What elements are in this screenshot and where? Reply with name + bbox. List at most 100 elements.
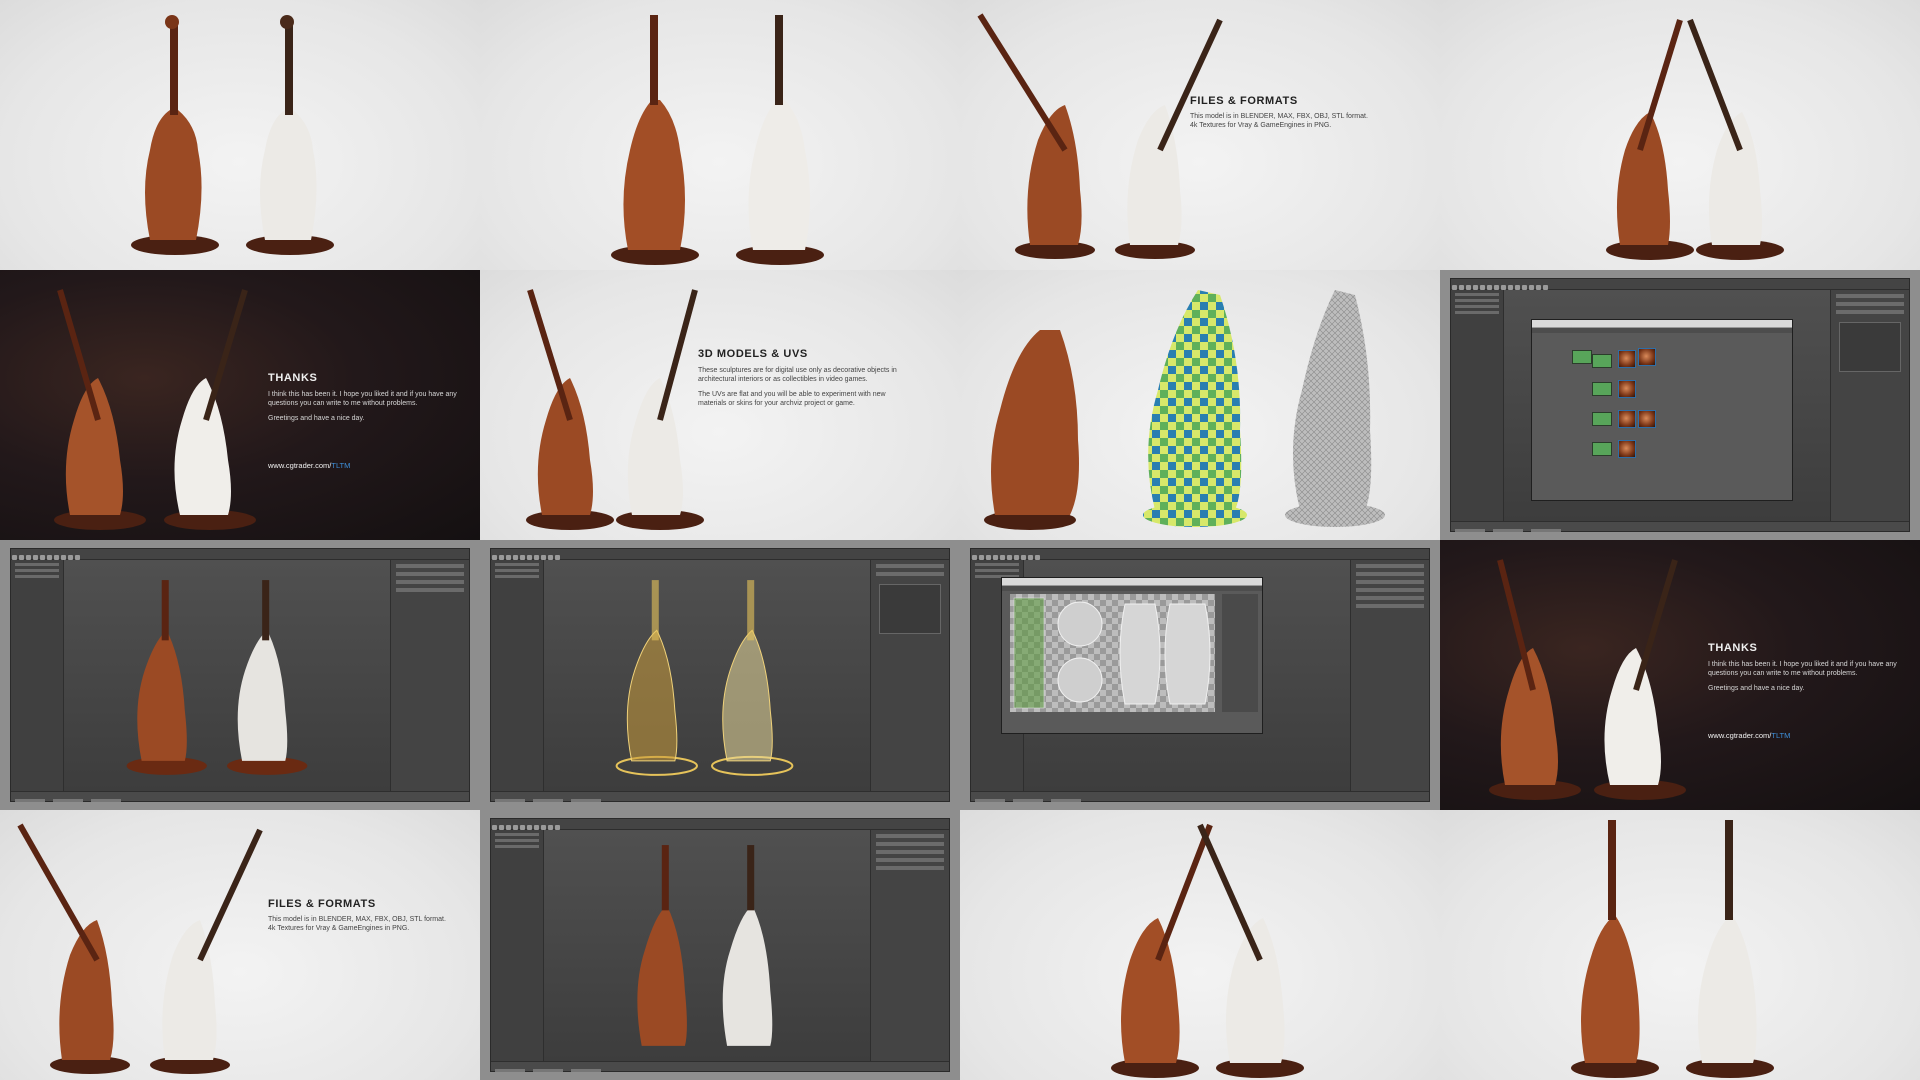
render-gallery: FILES & FORMATS This model is in BLENDER… (0, 0, 1920, 1080)
tile-uv-editor[interactable] (960, 540, 1440, 810)
sculpture-wood (131, 15, 219, 255)
link-prefix: www.cgtrader.com/ (268, 461, 332, 470)
tile-thanks-1[interactable]: THANKS I think this has been it. I hope … (0, 270, 480, 540)
cgtrader-link[interactable]: www.cgtrader.com/TLTM (268, 461, 458, 470)
files-formats-text: FILES & FORMATS This model is in BLENDER… (268, 898, 446, 933)
slide-body: I think this has been it. I hope you lik… (268, 391, 457, 407)
slide-title: 3D MODELS & UVs (698, 348, 808, 360)
viewport-scene (126, 580, 308, 775)
slide-title: THANKS (1708, 642, 1758, 654)
slide-body: The UVs are flat and you will be able to… (698, 391, 886, 407)
command-panel[interactable] (1350, 560, 1429, 791)
viewport[interactable] (64, 560, 390, 791)
scene-front-pair (131, 15, 334, 255)
files-formats-text: FILES & FORMATS This model is in BLENDER… (1190, 95, 1368, 130)
checker-icon[interactable] (1010, 594, 1215, 712)
editor-window (490, 548, 950, 802)
tile-viewport-textured[interactable] (0, 540, 480, 810)
scene-back-crossed (1111, 823, 1304, 1078)
window-titlebar[interactable] (1002, 578, 1262, 586)
slide-title: FILES & FORMATS (1190, 95, 1298, 107)
material-thumbnail-icon[interactable] (1638, 348, 1656, 366)
editor-window (1450, 278, 1910, 532)
tile-back-pair-2[interactable] (1440, 810, 1920, 1080)
node-icon[interactable] (1592, 442, 1612, 456)
scene-explorer[interactable] (491, 830, 544, 1061)
material-thumbnail-icon[interactable] (1618, 350, 1636, 368)
status-bar (491, 791, 949, 802)
slide-body-line: 4k Textures for Vray & GameEngines in PN… (1190, 122, 1332, 129)
editor-window (10, 548, 470, 802)
command-panel[interactable] (390, 560, 469, 791)
tile-files-formats-2[interactable]: FILES & FORMATS This model is in BLENDER… (0, 810, 480, 1080)
tile-files-formats-1[interactable]: FILES & FORMATS This model is in BLENDER… (960, 0, 1440, 270)
window-titlebar[interactable] (1532, 320, 1792, 328)
slate-material-editor[interactable] (1531, 319, 1793, 501)
editor-toolbar[interactable] (1451, 279, 1909, 290)
tile-material-editor[interactable] (1440, 270, 1920, 540)
scene-explorer[interactable] (1451, 290, 1504, 521)
sculpture-wood (611, 15, 699, 265)
material-thumbnail-icon[interactable] (1618, 440, 1636, 458)
editor-toolbar[interactable] (971, 549, 1429, 560)
uv-islands (1013, 597, 1211, 709)
cgtrader-link[interactable]: www.cgtrader.com/TLTM (1708, 731, 1898, 740)
uv-tools-panel[interactable] (1222, 594, 1258, 712)
thanks-text: THANKS I think this has been it. I hope … (1708, 642, 1898, 740)
editor-toolbar[interactable] (491, 549, 949, 560)
material-thumbnail-icon[interactable] (1618, 410, 1636, 428)
slide-title: FILES & FORMATS (268, 898, 376, 910)
status-bar (11, 791, 469, 802)
window-menu[interactable] (1002, 586, 1262, 591)
node-icon[interactable] (1572, 350, 1592, 364)
sculpture-marble (246, 15, 334, 255)
material-thumbnail-icon[interactable] (1618, 380, 1636, 398)
editor-window (490, 818, 950, 1072)
scene-back-pair (1571, 820, 1774, 1078)
command-panel[interactable] (870, 560, 949, 791)
tile-back-crossed[interactable] (960, 810, 1440, 1080)
editor-toolbar[interactable] (11, 549, 469, 560)
link-accent: TLTM (1771, 731, 1791, 740)
command-panel[interactable] (1830, 290, 1909, 521)
sculpture-marble (736, 15, 824, 265)
slide-body: These sculptures are for digital use onl… (698, 367, 897, 383)
tile-viewport-front[interactable] (480, 810, 960, 1080)
scene-side-pair (977, 13, 1223, 259)
node-icon[interactable] (1592, 412, 1612, 426)
status-bar (971, 791, 1429, 802)
viewport[interactable] (544, 560, 870, 791)
window-menu[interactable] (1532, 328, 1792, 333)
scene-side-pair (17, 823, 263, 1074)
scene-back-pair (611, 15, 824, 265)
status-bar (1451, 521, 1909, 532)
slide-body: Greetings and have a nice day. (268, 415, 365, 422)
slide-title: THANKS (268, 372, 318, 384)
tile-models-uvs[interactable]: 3D MODELS & UVs These sculptures are for… (480, 270, 960, 540)
node-icon[interactable] (1592, 354, 1612, 368)
link-prefix: www.cgtrader.com/ (1708, 731, 1772, 740)
tile-crossed-pair[interactable] (1440, 0, 1920, 270)
node-icon[interactable] (1592, 382, 1612, 396)
link-accent: TLTM (331, 461, 351, 470)
viewport[interactable] (544, 830, 870, 1061)
uv-editor-window[interactable] (1001, 577, 1263, 734)
tile-viewport-xray[interactable] (480, 540, 960, 810)
editor-toolbar[interactable] (491, 819, 949, 830)
tile-thanks-2[interactable]: THANKS I think this has been it. I hope … (1440, 540, 1920, 810)
slide-body-line: This model is in BLENDER, MAX, FBX, OBJ,… (1190, 113, 1368, 120)
material-thumbnail-icon[interactable] (1638, 410, 1656, 428)
tile-back-pair[interactable] (480, 0, 960, 270)
slide-body-line: 4k Textures for Vray & GameEngines in PN… (268, 925, 410, 932)
slide-body-line: This model is in BLENDER, MAX, FBX, OBJ,… (268, 916, 446, 923)
viewport-scene (615, 580, 794, 776)
scene-explorer[interactable] (491, 560, 544, 791)
scene-explorer[interactable] (11, 560, 64, 791)
scene-uv-checker (984, 290, 1385, 530)
slide-body: Greetings and have a nice day. (1708, 685, 1805, 692)
tile-uv-checker[interactable] (960, 270, 1440, 540)
command-panel[interactable] (870, 830, 949, 1061)
models-uvs-text: 3D MODELS & UVs These sculptures are for… (698, 348, 898, 408)
scene-crossed-pair (1606, 18, 1784, 260)
tile-front-pair[interactable] (0, 0, 480, 270)
